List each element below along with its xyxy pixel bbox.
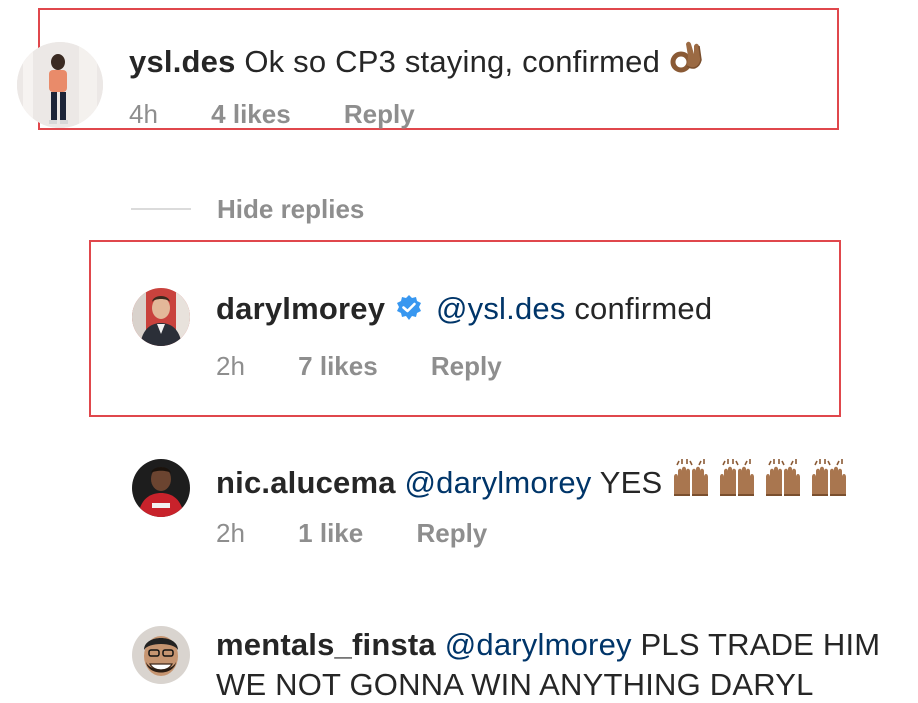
likes-count[interactable]: 1 like [298, 518, 363, 548]
mention-link[interactable]: @darylmorey [445, 627, 632, 662]
avatar-person-icon [17, 42, 103, 128]
avatar[interactable] [132, 626, 190, 684]
username[interactable]: nic.alucema [216, 465, 396, 500]
likes-count[interactable]: 7 likes [298, 351, 378, 381]
hide-replies-toggle[interactable]: Hide replies [131, 193, 364, 225]
hide-replies-label[interactable]: Hide replies [217, 194, 364, 225]
avatar[interactable] [132, 459, 190, 517]
username[interactable]: ysl.des [129, 44, 236, 79]
reply-button[interactable]: Reply [416, 518, 487, 548]
avatar-smiling-man-icon [132, 626, 190, 684]
username[interactable]: mentals_finsta [216, 627, 436, 662]
divider-line [131, 208, 191, 210]
avatar-man-suit-icon [132, 288, 190, 346]
verified-badge-icon [395, 294, 423, 330]
avatar-basketball-player-icon [132, 459, 190, 517]
raising-hands-emoji-icon [671, 458, 853, 507]
comment-text-line2: WE NOT GONNA WIN ANYTHING DARYL [216, 667, 814, 702]
comment-time: 4h [129, 99, 158, 129]
comment-text: PLS TRADE HIM [640, 627, 881, 662]
avatar[interactable] [17, 42, 103, 128]
likes-count[interactable]: 4 likes [211, 99, 291, 129]
reply-button[interactable]: Reply [431, 351, 502, 381]
comment-text: YES [599, 465, 663, 500]
ok-hand-emoji-icon [669, 40, 705, 86]
mention-link[interactable]: @darylmorey [405, 465, 592, 500]
username[interactable]: darylmorey [216, 291, 385, 326]
comment-text: Ok so CP3 staying, confirmed [244, 44, 661, 79]
comment-time: 2h [216, 351, 245, 381]
comment-text: confirmed [574, 291, 713, 326]
reply-button[interactable]: Reply [344, 99, 415, 129]
comment-time: 2h [216, 518, 245, 548]
mention-link[interactable]: @ysl.des [436, 291, 566, 326]
avatar[interactable] [132, 288, 190, 346]
